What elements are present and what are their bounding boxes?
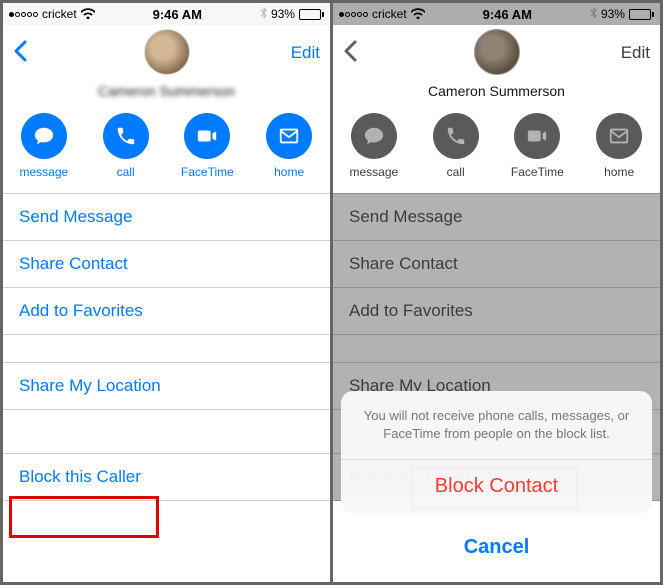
action-message[interactable]: message: [9, 113, 79, 179]
contact-name: Cameron Summerson: [333, 81, 660, 107]
battery-icon: [629, 9, 654, 20]
nav-bar: Edit: [333, 25, 660, 81]
edit-button[interactable]: Edit: [291, 43, 320, 63]
back-button[interactable]: [13, 37, 27, 69]
menu-send-message: Send Message: [333, 194, 660, 241]
action-label: call: [117, 165, 135, 179]
battery-pct: 93%: [601, 7, 625, 21]
signal-icon: [9, 12, 38, 17]
menu-block-caller[interactable]: Block this Caller: [3, 454, 330, 501]
menu-send-message[interactable]: Send Message: [3, 194, 330, 241]
action-label: home: [274, 165, 304, 179]
action-label: message: [20, 165, 69, 179]
action-label: FaceTime: [511, 165, 564, 179]
carrier-label: cricket: [372, 7, 407, 21]
cancel-button[interactable]: Cancel: [341, 521, 652, 574]
contact-avatar: [474, 29, 520, 75]
mail-icon: [596, 113, 642, 159]
action-label: message: [350, 165, 399, 179]
action-label: FaceTime: [181, 165, 234, 179]
contact-avatar[interactable]: [144, 29, 190, 75]
menu-add-favorites: Add to Favorites: [333, 288, 660, 335]
carrier-label: cricket: [42, 7, 77, 21]
menu-share-contact: Share Contact: [333, 241, 660, 288]
block-contact-button[interactable]: Block Contact: [341, 460, 652, 513]
action-sheet: You will not receive phone calls, messag…: [341, 391, 652, 574]
phone-icon: [433, 113, 479, 159]
quick-actions: message call FaceTime home: [333, 107, 660, 194]
clock: 9:46 AM: [153, 7, 202, 22]
wifi-icon: [81, 7, 95, 22]
action-call: call: [421, 113, 491, 179]
status-bar: cricket 9:46 AM 93%: [333, 3, 660, 25]
back-button[interactable]: [343, 37, 357, 69]
message-icon: [351, 113, 397, 159]
mail-icon: [266, 113, 312, 159]
annotation-highlight: [9, 496, 159, 538]
action-home: home: [584, 113, 654, 179]
edit-button: Edit: [621, 43, 650, 63]
contact-name: Cameron Summerson: [3, 81, 330, 107]
action-label: call: [447, 165, 465, 179]
quick-actions: message call FaceTime home: [3, 107, 330, 194]
action-facetime: FaceTime: [502, 113, 572, 179]
action-call[interactable]: call: [91, 113, 161, 179]
signal-icon: [339, 12, 368, 17]
menu-list: Send Message Share Contact Add to Favori…: [3, 194, 330, 501]
action-label: home: [604, 165, 634, 179]
bluetooth-icon: [260, 7, 267, 22]
spacer: [333, 335, 660, 363]
clock: 9:46 AM: [483, 7, 532, 22]
action-message: message: [339, 113, 409, 179]
menu-share-location[interactable]: Share My Location: [3, 363, 330, 410]
wifi-icon: [411, 7, 425, 22]
message-icon: [21, 113, 67, 159]
status-bar: cricket 9:46 AM 93%: [3, 3, 330, 25]
bluetooth-icon: [590, 7, 597, 22]
menu-add-favorites[interactable]: Add to Favorites: [3, 288, 330, 335]
screen-contact-detail: cricket 9:46 AM 93% Edit Cameron Summers…: [3, 3, 330, 582]
phone-icon: [103, 113, 149, 159]
battery-icon: [299, 9, 324, 20]
spacer: [3, 410, 330, 454]
battery-pct: 93%: [271, 7, 295, 21]
spacer: [3, 335, 330, 363]
menu-share-contact[interactable]: Share Contact: [3, 241, 330, 288]
screen-block-confirm: cricket 9:46 AM 93% Edit Cameron Summers…: [333, 3, 660, 582]
video-icon: [184, 113, 230, 159]
action-facetime[interactable]: FaceTime: [172, 113, 242, 179]
video-icon: [514, 113, 560, 159]
nav-bar: Edit: [3, 25, 330, 81]
sheet-message: You will not receive phone calls, messag…: [341, 391, 652, 460]
action-home[interactable]: home: [254, 113, 324, 179]
